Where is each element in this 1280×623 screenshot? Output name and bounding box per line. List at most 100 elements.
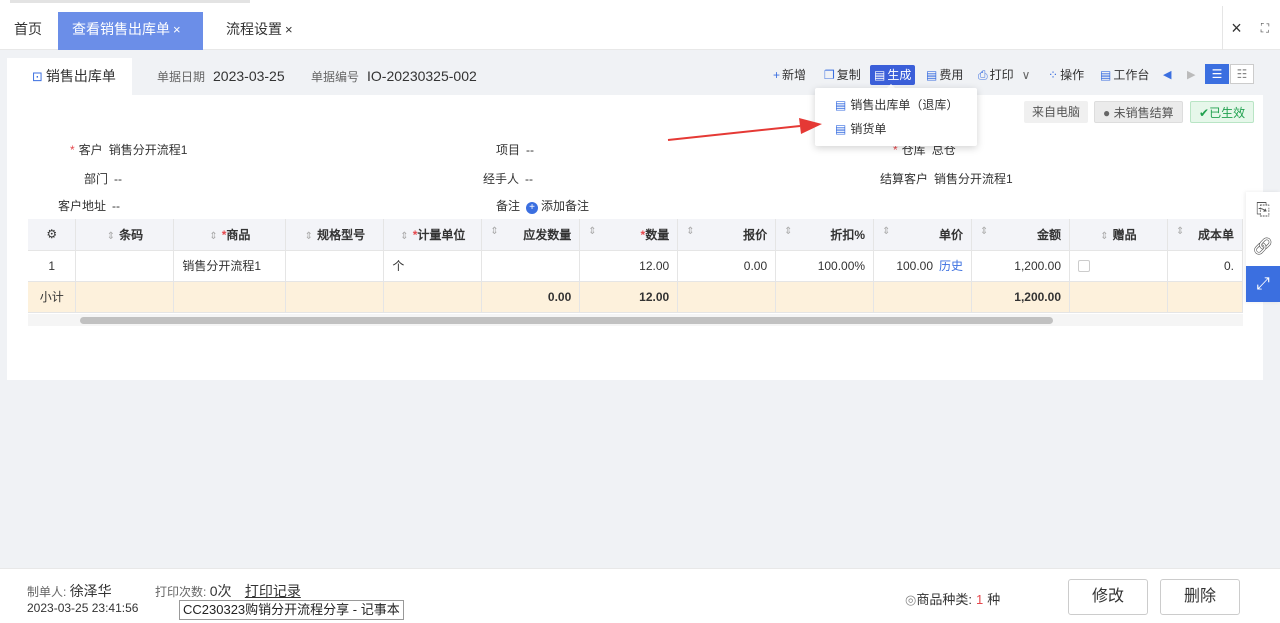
close-icon[interactable]: × [1222, 6, 1250, 50]
project-value: -- [526, 143, 535, 157]
kinds-value: 1 [975, 592, 984, 607]
fullscreen-icon[interactable]: ⛶ [1254, 6, 1276, 50]
product-kinds: ◎商品种类: 1 种 [905, 589, 1000, 608]
header-due-qty[interactable]: ⇕ 应发数量 [481, 219, 581, 251]
document-icon: ▤ [835, 98, 847, 112]
dropdown-item-outbound-return[interactable]: ▤ 销售出库单（退库） [835, 95, 958, 115]
prev-icon[interactable]: ◀ [1163, 65, 1171, 85]
gift-checkbox[interactable] [1078, 260, 1090, 273]
new-button[interactable]: + 新增 [773, 65, 806, 85]
tab-home[interactable]: 首页 [0, 12, 56, 50]
customer-field[interactable]: * 客户 销售分开流程1 [70, 140, 187, 160]
subtotal-qty: 12.00 [579, 281, 679, 313]
copy-button[interactable]: ❐ 复制 [824, 65, 861, 85]
header-spec[interactable]: ⇕ 规格型号 [285, 219, 385, 251]
dropdown-item-sales-order[interactable]: ▤ 销货单 [835, 119, 886, 139]
cell-gift[interactable] [1069, 250, 1168, 282]
document-settings-icon[interactable]: ⎘ [1246, 192, 1280, 228]
chevron-down-icon[interactable]: ∨ [1022, 68, 1031, 82]
print-log-link[interactable]: 打印记录 [245, 583, 301, 599]
list-view-icon[interactable]: ☰ [1205, 64, 1229, 84]
grid-icon: ⁘ [1048, 68, 1059, 82]
handler-field[interactable]: 经手人 -- [483, 169, 533, 189]
project-field[interactable]: 项目 -- [496, 140, 534, 160]
settle-customer-label: 结算客户 [880, 172, 929, 186]
maker-value: 徐泽华 [69, 583, 112, 599]
cell-spec[interactable] [285, 250, 385, 282]
operate-button[interactable]: ⁘ 操作 [1048, 65, 1084, 85]
doc-number-label: 单据编号 [311, 70, 360, 84]
header-product[interactable]: ⇕ *商品 [173, 219, 287, 251]
header-gift[interactable]: ⇕ 赠品 [1069, 219, 1168, 251]
delete-button[interactable]: 删除 [1160, 579, 1240, 615]
doc-date: 单据日期 2023-03-25 [157, 58, 285, 95]
kinds-unit: 种 [987, 592, 1001, 607]
info-icon: ● [1103, 106, 1111, 120]
header-qty[interactable]: ⇕ *数量 [579, 219, 679, 251]
header-amount[interactable]: ⇕ 金额 [971, 219, 1070, 251]
cell-product[interactable]: 销售分开流程1 [173, 250, 287, 282]
header-price[interactable]: ⇕ 单价 [873, 219, 973, 251]
expand-icon[interactable]: ⤢ [1246, 266, 1280, 302]
cell-quote[interactable]: 0.00 [677, 250, 777, 282]
document-tab[interactable]: ⊡ 销售出库单 [7, 58, 132, 95]
dept-label: 部门 [84, 172, 109, 186]
column-settings-icon[interactable]: ⚙ [28, 219, 77, 251]
card-view-icon[interactable]: ☷ [1230, 64, 1254, 84]
subtotal-due-qty: 0.00 [481, 281, 581, 313]
taskbar-tooltip: CC230323购销分开流程分享 - 记事本 [179, 600, 404, 620]
doc-number-value: IO-20230325-002 [367, 68, 477, 84]
fee-button[interactable]: ▤ 费用 [926, 65, 963, 85]
cell-amount[interactable]: 1,200.00 [971, 250, 1070, 282]
close-icon[interactable]: × [173, 22, 181, 37]
tab-view-outbound[interactable]: 查看销售出库单 × [58, 12, 203, 50]
subtotal-amount: 1,200.00 [971, 281, 1070, 313]
close-icon[interactable]: × [285, 22, 293, 37]
settle-customer-field[interactable]: 结算客户 销售分开流程1 [880, 169, 1013, 189]
source-badge: 来自电脑 [1024, 101, 1089, 123]
tab-process-settings[interactable]: 流程设置 × [212, 12, 307, 50]
check-circle-icon: ✔ [1199, 106, 1210, 120]
cell-discount[interactable]: 100.00% [775, 250, 875, 282]
attachment-icon[interactable]: 🔗︎ [1246, 229, 1280, 265]
horizontal-scrollbar[interactable] [28, 314, 1243, 326]
document-header: 单据日期 2023-03-25 单据编号 IO-20230325-002 + 新增 ❐… [132, 58, 1263, 95]
price-value: 100.00 [896, 259, 934, 273]
edit-button[interactable]: 修改 [1068, 579, 1148, 615]
timestamp: 2023-03-25 23:41:56 [27, 601, 139, 615]
cell-due-qty[interactable] [481, 250, 581, 282]
header-cost[interactable]: ⇕ 成本单 [1167, 219, 1243, 251]
header-discount[interactable]: ⇕ 折扣% [775, 219, 875, 251]
document-icon: ⊡ [32, 69, 43, 84]
history-link[interactable]: 历史 [939, 259, 963, 273]
address-field[interactable]: 客户地址 -- [58, 196, 120, 216]
scrollbar-thumb[interactable] [80, 317, 1053, 324]
print-button-label: 打印 [989, 68, 1014, 82]
next-icon[interactable]: ▶ [1187, 65, 1195, 85]
add-note-button[interactable]: + 添加备注 [526, 199, 590, 214]
header-barcode[interactable]: ⇕ 条码 [75, 219, 175, 251]
document-tab-title: 销售出库单 [45, 68, 116, 84]
table-row[interactable]: 1 销售分开流程1 个 12.00 0.00 100.00% 100.00 历史 … [28, 250, 1243, 282]
dept-field[interactable]: 部门 -- [84, 169, 122, 189]
doc-number: 单据编号 IO-20230325-002 [311, 58, 477, 95]
table-header-row: ⚙ ⇕ 条码 ⇕ *商品 ⇕ 规格型号 ⇕ *计量单位 ⇕ 应发数量 ⇕ *数量 ⇕ 报价 ⇕… [28, 219, 1243, 251]
cell-qty[interactable]: 12.00 [579, 250, 679, 282]
cell-price[interactable]: 100.00 历史 [873, 250, 973, 282]
workbench-button[interactable]: ▤ 工作台 [1100, 65, 1149, 85]
sort-icon: ⇕ [1100, 230, 1109, 242]
project-label: 项目 [496, 143, 521, 157]
tab-bar: 首页 查看销售出库单 × 流程设置 × × ⛶ [0, 6, 1280, 50]
generate-button[interactable]: ▤ 生成 [870, 65, 916, 85]
header-unit[interactable]: ⇕ *计量单位 [383, 219, 483, 251]
items-table: ⚙ ⇕ 条码 ⇕ *商品 ⇕ 规格型号 ⇕ *计量单位 ⇕ 应发数量 ⇕ *数量 ⇕ 报价 ⇕… [28, 219, 1243, 327]
note-label: 备注 [496, 199, 521, 213]
sort-icon: ⇕ [209, 230, 218, 242]
cell-unit[interactable]: 个 [383, 250, 483, 282]
add-note-label: 添加备注 [541, 199, 590, 213]
printer-icon: ⎙ [978, 68, 988, 82]
row-index: 1 [28, 250, 77, 282]
print-button[interactable]: ⎙ 打印 ∨ [978, 65, 1030, 85]
header-quote[interactable]: ⇕ 报价 [677, 219, 777, 251]
cell-barcode[interactable] [75, 250, 175, 282]
